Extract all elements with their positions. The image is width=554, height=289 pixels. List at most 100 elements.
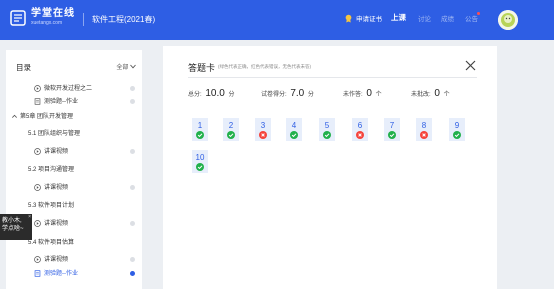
course-title: 软件工程(2021春) — [92, 15, 156, 24]
progress-status-dot — [130, 257, 135, 262]
progress-status-dot — [130, 221, 135, 226]
outline-section[interactable]: 5.3 软件项目计划 — [6, 200, 142, 212]
outline-item-label: 讲课视频 — [44, 257, 69, 263]
check-icon — [290, 131, 298, 139]
outline-item-quiz[interactable]: 测验题--作业 — [6, 96, 142, 108]
progress-status-dot — [130, 271, 135, 276]
outline-section-label: 5.4 软件项目估算 — [28, 240, 75, 246]
stat-value: 7.0 — [290, 88, 305, 99]
certificate-icon — [345, 14, 352, 23]
outline-heading: 目录 — [16, 63, 31, 72]
stat-ungraded: 未批改: 0 个 — [411, 88, 450, 99]
outline-item-label: 测验题--作业 — [44, 99, 78, 105]
question-button[interactable]: 10 — [192, 150, 208, 173]
outline-item-label: 讲课视频 — [44, 185, 69, 191]
stat-unit: 分 — [307, 92, 314, 98]
question-button[interactable]: 9 — [449, 118, 465, 141]
outline-item-label: 讲课视频 — [44, 149, 69, 155]
close-icon[interactable] — [463, 58, 478, 73]
outline-item-label: 测验题--作业 — [44, 271, 78, 277]
certificate-label: 申请证书 — [356, 16, 382, 23]
nav-tab-grades[interactable]: 成绩 — [441, 13, 454, 23]
chevron-down-icon — [130, 64, 136, 69]
question-button[interactable]: 2 — [223, 118, 239, 141]
check-icon — [323, 131, 331, 139]
question-number: 2 — [228, 121, 234, 130]
question-number: 9 — [454, 121, 460, 130]
tooltip-text-line-2: 学点啥~ — [2, 226, 24, 232]
nav-tab-announcements[interactable]: 公告 — [465, 13, 478, 23]
stat-unit: 个 — [375, 92, 382, 98]
stat-total-score: 总分: 10.0 分 — [188, 88, 235, 99]
outline-filter-label: 全部 — [116, 65, 129, 71]
notification-dot — [477, 12, 480, 15]
tooltip-text-line-1: 教小木, — [2, 218, 22, 224]
outline-item-quiz-current[interactable]: 测验题--作业 — [6, 268, 142, 280]
stat-paper-score: 试卷得分: 7.0 分 — [261, 88, 314, 99]
nav-tab-class[interactable]: 上课 — [391, 12, 406, 23]
answer-card-panel: 答题卡 (绿色代表正确，红色代表错误，无色代表未答) 总分: 10.0 分 试卷… — [163, 46, 497, 289]
document-icon — [34, 270, 41, 277]
outline-chapter[interactable]: 第5章 团队开发管理 — [6, 111, 142, 123]
question-button[interactable]: 1 — [192, 118, 208, 141]
outline-item-video[interactable]: 微软开发过程之二 — [6, 83, 142, 95]
progress-status-dot — [130, 185, 135, 190]
answer-card-title: 答题卡 — [188, 63, 216, 73]
outline-section[interactable]: 5.1 团队组织与管理 — [6, 128, 142, 140]
title-divider — [188, 77, 477, 78]
cross-icon — [420, 131, 428, 139]
outline-item-video[interactable]: 讲课视频 — [6, 182, 142, 194]
question-button[interactable]: 6 — [352, 118, 368, 141]
play-circle-icon — [34, 148, 41, 155]
play-circle-icon — [34, 220, 41, 227]
logo-title: 学堂在线 — [31, 8, 75, 19]
question-button[interactable]: 8 — [416, 118, 432, 141]
check-icon — [388, 131, 396, 139]
logo-subtitle: xuetangx.com — [31, 20, 63, 26]
outline-item-label: 微软开发过程之二 — [44, 86, 93, 92]
stat-label: 未作答: — [343, 92, 363, 98]
play-circle-icon — [34, 256, 41, 263]
progress-status-dot — [130, 149, 135, 154]
check-icon — [227, 131, 235, 139]
avatar-icon — [498, 10, 518, 30]
outline-item-label: 讲课视频 — [44, 221, 69, 227]
stat-unit: 分 — [228, 92, 235, 98]
cross-icon — [259, 131, 267, 139]
play-circle-icon — [34, 85, 41, 92]
question-number: 5 — [324, 121, 330, 130]
stat-label: 总分: — [188, 92, 202, 98]
check-icon — [196, 131, 204, 139]
header-divider — [83, 13, 84, 26]
chevron-up-icon — [12, 114, 17, 118]
answer-card-legend: (绿色代表正确，红色代表错误，无色代表未答) — [218, 64, 311, 69]
question-number: 1 — [197, 121, 203, 130]
stat-value: 10.0 — [205, 88, 225, 99]
question-button[interactable]: 3 — [255, 118, 271, 141]
nav-tab-discussion[interactable]: 讨论 — [418, 13, 431, 23]
question-number: 8 — [421, 121, 427, 130]
question-number: 10 — [195, 153, 205, 162]
outline-item-video[interactable]: 讲课视频 — [6, 146, 142, 158]
question-button[interactable]: 5 — [319, 118, 335, 141]
question-button[interactable]: 7 — [384, 118, 400, 141]
question-button[interactable]: 4 — [286, 118, 302, 141]
site-logo[interactable]: 学堂在线 xuetangx.com — [10, 9, 75, 26]
check-icon — [453, 131, 461, 139]
progress-status-dot — [130, 86, 135, 91]
outline-item-video[interactable]: 讲课视频 — [6, 254, 142, 266]
outline-section-label: 5.2 项目沟通管理 — [28, 167, 75, 173]
outline-filter-dropdown[interactable]: 全部 — [116, 62, 136, 71]
stat-value: 0 — [434, 88, 440, 99]
outline-section[interactable]: 5.2 项目沟通管理 — [6, 164, 142, 176]
user-avatar[interactable] — [498, 10, 518, 30]
tooltip-close-button[interactable]: × — [28, 215, 31, 220]
question-number: 3 — [260, 121, 266, 130]
question-number: 4 — [291, 121, 297, 130]
stat-value: 0 — [366, 88, 372, 99]
document-icon — [34, 98, 41, 105]
outline-section-label: 5.3 软件项目计划 — [28, 203, 75, 209]
apply-certificate-button[interactable]: 申请证书 — [344, 13, 382, 23]
question-number: 7 — [389, 121, 395, 130]
assistant-tooltip[interactable]: × 教小木, 学点啥~ — [0, 214, 32, 240]
